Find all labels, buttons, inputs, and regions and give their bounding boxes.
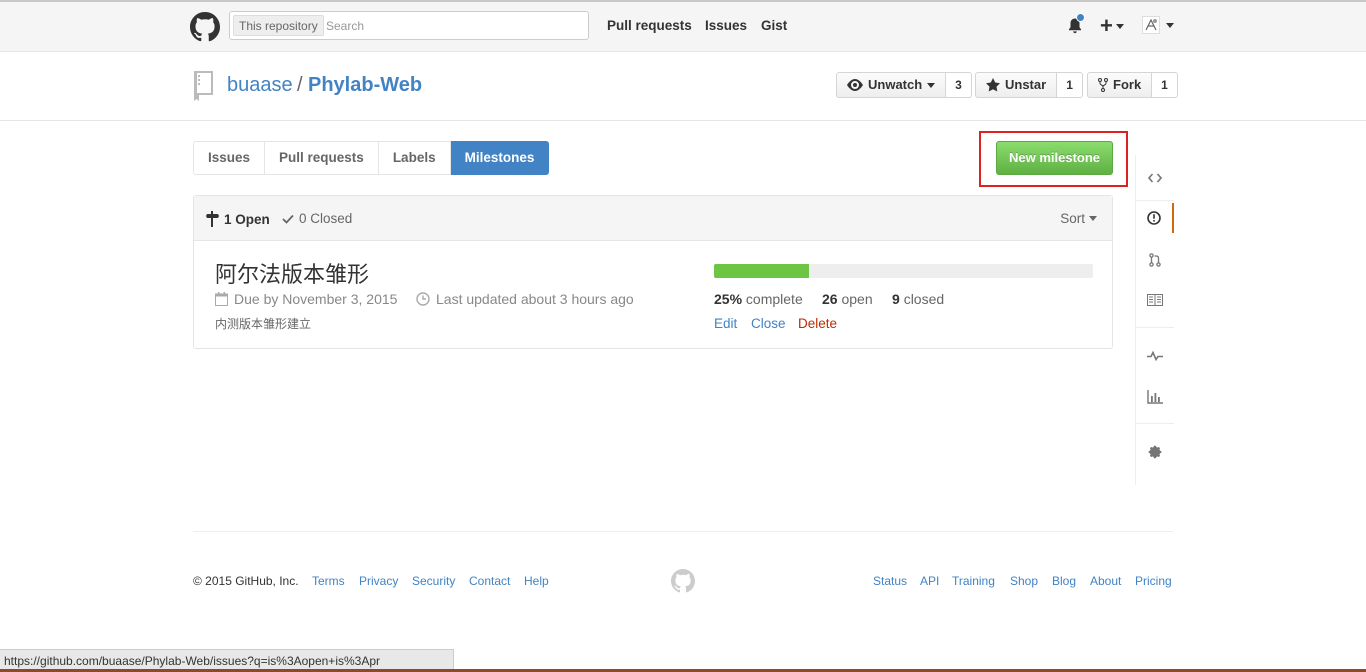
repo-path-separator: / bbox=[297, 74, 303, 96]
footer-link-privacy[interactable]: Privacy bbox=[359, 574, 398, 588]
milestone-icon bbox=[206, 211, 219, 227]
milestone-last-updated: Last updated about 3 hours ago bbox=[416, 291, 634, 307]
plus-icon: + bbox=[1100, 13, 1113, 38]
repo-sidebar bbox=[1135, 155, 1174, 485]
calendar-icon bbox=[215, 292, 228, 306]
fork-label: Fork bbox=[1113, 77, 1142, 92]
milestone-description: 内测版本雏形建立 bbox=[215, 317, 312, 331]
footer-copyright: © 2015 GitHub, Inc. bbox=[193, 574, 299, 588]
closed-milestones-filter[interactable]: 0 Closed bbox=[282, 211, 352, 226]
forks-count[interactable]: 1 bbox=[1152, 72, 1178, 98]
watch-button-group: Unwatch 3 bbox=[836, 72, 972, 98]
repo-name-link[interactable]: Phylab-Web bbox=[308, 74, 422, 97]
issues-subnav: Issues Pull requests Labels Milestones bbox=[193, 141, 550, 175]
footer-link-pricing[interactable]: Pricing bbox=[1135, 574, 1172, 588]
fork-icon bbox=[1098, 78, 1108, 92]
pulse-icon[interactable] bbox=[1136, 341, 1174, 371]
footer-link-status[interactable]: Status bbox=[873, 574, 907, 588]
star-icon bbox=[986, 78, 1000, 92]
milestone-title[interactable]: 阿尔法版本雏形 bbox=[215, 257, 369, 289]
sort-label: Sort bbox=[1060, 211, 1085, 226]
milestone-progress-bar bbox=[714, 264, 1093, 278]
footer-link-help[interactable]: Help bbox=[524, 574, 549, 588]
eye-icon bbox=[847, 79, 863, 91]
wiki-icon[interactable] bbox=[1136, 285, 1174, 315]
caret-down-icon bbox=[1166, 22, 1174, 28]
create-new-dropdown[interactable]: + bbox=[1100, 13, 1124, 38]
last-updated-text: Last updated about 3 hours ago bbox=[436, 291, 634, 307]
footer-link-training[interactable]: Training bbox=[952, 574, 995, 588]
nav-gist[interactable]: Gist bbox=[761, 18, 787, 33]
github-logo-icon[interactable] bbox=[190, 12, 220, 42]
graphs-icon[interactable] bbox=[1136, 382, 1174, 412]
new-milestone-button[interactable]: New milestone bbox=[996, 141, 1113, 175]
milestones-table-header: 1 Open 0 Closed Sort bbox=[194, 196, 1112, 241]
caret-down-icon bbox=[1115, 23, 1124, 29]
closed-issues-count[interactable]: 9 closed bbox=[892, 291, 944, 307]
footer-link-blog[interactable]: Blog bbox=[1052, 574, 1076, 588]
search-scope-label[interactable]: This repository bbox=[233, 15, 324, 36]
footer-link-api[interactable]: API bbox=[920, 574, 939, 588]
footer-link-security[interactable]: Security bbox=[412, 574, 455, 588]
github-mark-icon[interactable] bbox=[671, 569, 695, 593]
progress-fill bbox=[714, 264, 809, 278]
open-milestones-filter[interactable]: 1 Open bbox=[205, 211, 270, 227]
closed-count-label: 0 Closed bbox=[299, 211, 353, 226]
milestone-due-date: Due by November 3, 2015 bbox=[215, 291, 397, 307]
issues-icon[interactable] bbox=[1136, 203, 1174, 233]
delete-milestone-link[interactable]: Delete bbox=[798, 316, 837, 331]
sidebar-divider bbox=[1136, 327, 1174, 328]
fork-button-group: Fork 1 bbox=[1087, 72, 1178, 98]
open-count-value: 26 bbox=[822, 291, 838, 307]
footer-link-about[interactable]: About bbox=[1090, 574, 1121, 588]
due-date-text: Due by November 3, 2015 bbox=[234, 291, 398, 307]
subnav-labels[interactable]: Labels bbox=[378, 141, 451, 175]
unread-indicator bbox=[1076, 13, 1085, 22]
open-count-label: 1 Open bbox=[224, 211, 270, 227]
fork-button[interactable]: Fork bbox=[1087, 72, 1153, 98]
check-icon bbox=[282, 214, 294, 224]
footer-link-shop[interactable]: Shop bbox=[1010, 574, 1038, 588]
caret-down-icon bbox=[927, 82, 936, 88]
nav-issues[interactable]: Issues bbox=[705, 18, 747, 33]
percent-complete: 25% complete bbox=[714, 291, 803, 307]
settings-icon[interactable] bbox=[1136, 437, 1174, 467]
footer-link-contact[interactable]: Contact bbox=[469, 574, 510, 588]
percent-text: complete bbox=[745, 291, 803, 307]
subnav-issues[interactable]: Issues bbox=[193, 141, 266, 175]
closed-count-value: 9 bbox=[892, 291, 900, 307]
clock-icon bbox=[416, 292, 430, 306]
pull-request-icon[interactable] bbox=[1136, 245, 1174, 275]
sort-dropdown[interactable]: Sort bbox=[1060, 211, 1097, 226]
edit-milestone-link[interactable]: Edit bbox=[714, 316, 737, 331]
repo-icon bbox=[192, 70, 216, 102]
close-milestone-link[interactable]: Close bbox=[751, 316, 786, 331]
open-count-text: open bbox=[841, 291, 873, 307]
avatar bbox=[1142, 16, 1160, 34]
footer-link-terms[interactable]: Terms bbox=[312, 574, 345, 588]
watchers-count[interactable]: 3 bbox=[946, 72, 972, 98]
milestones-table: 1 Open 0 Closed Sort 阿尔法版本雏形 Due by Nove… bbox=[193, 195, 1113, 349]
caret-down-icon bbox=[1089, 216, 1097, 221]
sidebar-divider bbox=[1136, 200, 1174, 201]
percent-value: 25% bbox=[714, 291, 743, 307]
stargazers-count[interactable]: 1 bbox=[1057, 72, 1083, 98]
footer-divider bbox=[193, 531, 1173, 532]
search-input[interactable] bbox=[326, 16, 576, 36]
open-issues-count[interactable]: 26 open bbox=[822, 291, 873, 307]
repo-owner-link[interactable]: buaase bbox=[227, 74, 293, 97]
unwatch-button[interactable]: Unwatch bbox=[836, 72, 947, 98]
unwatch-label: Unwatch bbox=[868, 77, 923, 92]
closed-count-text: closed bbox=[903, 291, 945, 307]
unstar-button[interactable]: Unstar bbox=[975, 72, 1058, 98]
star-button-group: Unstar 1 bbox=[975, 72, 1083, 98]
unstar-label: Unstar bbox=[1005, 77, 1047, 92]
nav-pull-requests[interactable]: Pull requests bbox=[607, 18, 692, 33]
user-menu-dropdown[interactable] bbox=[1142, 16, 1174, 34]
search-box: This repository bbox=[229, 11, 589, 40]
code-icon[interactable] bbox=[1136, 163, 1174, 193]
subnav-pull-requests[interactable]: Pull requests bbox=[265, 141, 379, 175]
subnav-milestones[interactable]: Milestones bbox=[450, 141, 550, 175]
sidebar-divider bbox=[1136, 423, 1174, 424]
